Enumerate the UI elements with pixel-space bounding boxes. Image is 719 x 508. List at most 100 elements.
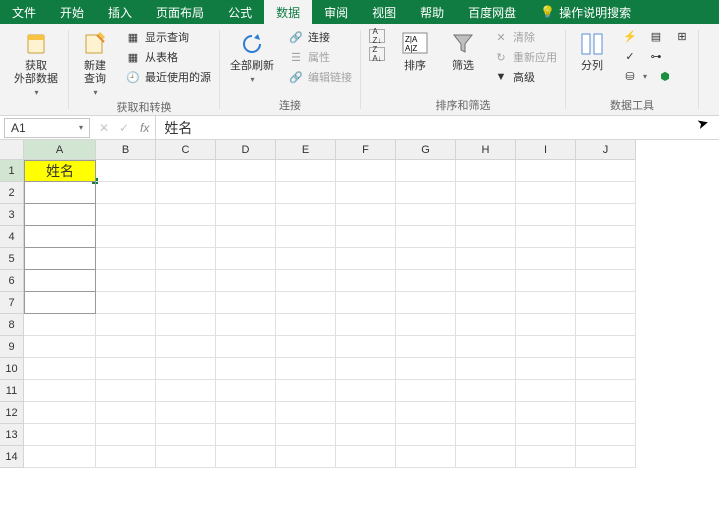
column-header[interactable]: B	[96, 140, 156, 160]
cell[interactable]	[156, 358, 216, 380]
cell[interactable]	[576, 160, 636, 182]
cell[interactable]	[576, 424, 636, 446]
column-header[interactable]: E	[276, 140, 336, 160]
filter-button[interactable]: 筛选	[443, 28, 483, 75]
clear-filter-button[interactable]: ✕清除	[491, 28, 559, 46]
cell[interactable]	[396, 424, 456, 446]
cell[interactable]	[156, 292, 216, 314]
cell[interactable]	[276, 424, 336, 446]
tab-formulas[interactable]: 公式	[216, 0, 264, 24]
cell[interactable]	[24, 270, 96, 292]
flash-fill-button[interactable]: ⚡	[620, 28, 640, 44]
cell[interactable]	[216, 424, 276, 446]
row-header[interactable]: 7	[0, 292, 24, 314]
column-header[interactable]: H	[456, 140, 516, 160]
cell[interactable]	[96, 204, 156, 226]
cell[interactable]	[276, 314, 336, 336]
from-table-button[interactable]: ▦从表格	[123, 48, 213, 66]
cell[interactable]	[576, 358, 636, 380]
consolidate-button[interactable]: ⊞	[672, 28, 692, 44]
cell[interactable]	[396, 336, 456, 358]
cell[interactable]	[96, 182, 156, 204]
row-header[interactable]: 3	[0, 204, 24, 226]
sort-za-button[interactable]: ZA↓	[367, 46, 387, 62]
cell[interactable]	[216, 336, 276, 358]
remove-duplicates-button[interactable]: ▤	[646, 28, 666, 44]
row-header[interactable]: 12	[0, 402, 24, 424]
cell[interactable]	[216, 358, 276, 380]
cell[interactable]	[576, 292, 636, 314]
cell[interactable]	[276, 292, 336, 314]
row-header[interactable]: 2	[0, 182, 24, 204]
cell[interactable]	[516, 182, 576, 204]
cell[interactable]	[96, 226, 156, 248]
row-header[interactable]: 13	[0, 424, 24, 446]
cell[interactable]	[576, 402, 636, 424]
cell[interactable]	[456, 248, 516, 270]
text-to-columns-button[interactable]: 分列	[572, 28, 612, 75]
cell[interactable]	[156, 182, 216, 204]
cell[interactable]	[336, 226, 396, 248]
cell[interactable]	[576, 204, 636, 226]
cell[interactable]	[336, 270, 396, 292]
cell[interactable]	[576, 270, 636, 292]
cell[interactable]	[516, 446, 576, 468]
cell[interactable]	[516, 424, 576, 446]
cell[interactable]	[24, 446, 96, 468]
row-header[interactable]: 1	[0, 160, 24, 182]
cell[interactable]	[516, 292, 576, 314]
reapply-button[interactable]: ↻重新应用	[491, 48, 559, 66]
cell[interactable]	[516, 226, 576, 248]
cell[interactable]	[456, 292, 516, 314]
cell[interactable]	[156, 380, 216, 402]
cell[interactable]	[276, 358, 336, 380]
cell[interactable]	[276, 226, 336, 248]
cell[interactable]	[24, 380, 96, 402]
cell[interactable]	[396, 182, 456, 204]
cell[interactable]	[24, 314, 96, 336]
cell[interactable]	[576, 226, 636, 248]
cell[interactable]	[276, 402, 336, 424]
column-header[interactable]: D	[216, 140, 276, 160]
cell[interactable]	[156, 248, 216, 270]
cell[interactable]	[276, 160, 336, 182]
cell[interactable]	[216, 204, 276, 226]
formula-input[interactable]: 姓名	[155, 116, 719, 140]
cell[interactable]	[336, 292, 396, 314]
column-header[interactable]: C	[156, 140, 216, 160]
row-header[interactable]: 11	[0, 380, 24, 402]
cell[interactable]	[576, 336, 636, 358]
cell[interactable]	[576, 314, 636, 336]
tab-view[interactable]: 视图	[360, 0, 408, 24]
tab-insert[interactable]: 插入	[96, 0, 144, 24]
cell[interactable]	[576, 182, 636, 204]
cell[interactable]	[396, 226, 456, 248]
cell[interactable]	[156, 204, 216, 226]
cell[interactable]	[336, 446, 396, 468]
row-header[interactable]: 9	[0, 336, 24, 358]
tab-home[interactable]: 开始	[48, 0, 96, 24]
column-header[interactable]: F	[336, 140, 396, 160]
manage-model-button[interactable]: ⛁▾	[620, 68, 649, 84]
cell[interactable]	[216, 380, 276, 402]
cell[interactable]	[336, 358, 396, 380]
cell[interactable]	[516, 358, 576, 380]
cell[interactable]	[276, 204, 336, 226]
cell[interactable]	[96, 358, 156, 380]
cell[interactable]	[456, 204, 516, 226]
cell[interactable]	[96, 248, 156, 270]
cell[interactable]	[396, 160, 456, 182]
row-header[interactable]: 6	[0, 270, 24, 292]
cell[interactable]	[156, 424, 216, 446]
cell[interactable]	[216, 314, 276, 336]
column-header[interactable]: A	[24, 140, 96, 160]
fx-icon[interactable]: fx	[140, 121, 149, 135]
cell[interactable]	[396, 402, 456, 424]
cell[interactable]	[276, 380, 336, 402]
cell[interactable]	[24, 182, 96, 204]
cell[interactable]	[456, 358, 516, 380]
spreadsheet-grid[interactable]: ABCDEFGHIJ 1姓名234567891011121314	[0, 140, 719, 508]
tab-file[interactable]: 文件	[0, 0, 48, 24]
cell[interactable]	[396, 314, 456, 336]
refresh-all-button[interactable]: 全部刷新 ▾	[226, 28, 278, 86]
